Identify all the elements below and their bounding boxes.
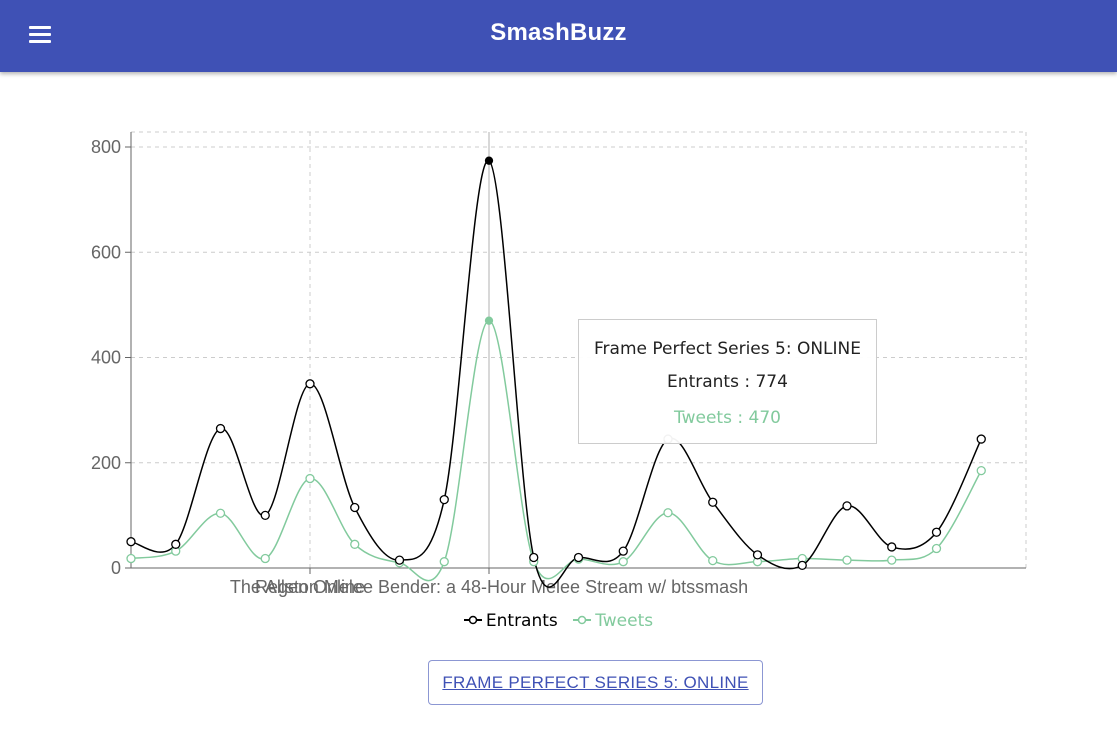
data-point-tweets [842,555,852,565]
legend-item-tweets[interactable]: Tweets [573,611,653,631]
y-tick-label: 0 [111,558,121,578]
data-point-entrants [305,379,315,389]
tooltip-tweets: Tweets : 470 [674,408,781,428]
legend-tweets-icon [573,615,592,625]
data-point-tweets [350,539,360,549]
data-point-entrants [126,537,136,547]
data-point-tweets [887,555,897,565]
y-tick-label: 800 [91,137,121,157]
y-tick-label: 200 [91,453,121,473]
data-point-tweets [618,557,628,567]
data-point-entrants [215,423,226,434]
data-point-tweets [931,543,942,554]
chart-legend: Entrants Tweets [0,611,1117,631]
data-point-entrants [708,497,718,507]
data-point-entrants [484,156,494,165]
data-point-entrants [931,527,942,537]
data-point-entrants [171,539,181,549]
tooltip-tweets-value: 470 [748,408,781,428]
tooltip-title: Frame Perfect Series 5: ONLINE [594,339,861,359]
data-point-entrants [394,555,405,565]
data-point-tweets [260,553,270,564]
tooltip-entrants-value: 774 [755,372,788,392]
data-point-tweets [484,316,494,325]
data-point-entrants [439,494,449,505]
selected-event-button[interactable]: FRAME PERFECT SERIES 5: ONLINE [428,660,763,705]
tooltip-tweets-label: Tweets [674,408,732,428]
x-tick-label: The Allston Melee Bender: a 48-Hour Mele… [230,577,748,597]
data-point-entrants [976,434,986,444]
data-point-entrants [618,546,628,556]
tooltip-entrants: Entrants : 774 [667,372,788,392]
data-point-tweets [708,555,718,566]
data-point-entrants [350,502,360,513]
data-point-entrants [573,552,584,563]
app-bar: SmashBuzz [0,0,1117,72]
chart-tooltip: Frame Perfect Series 5: ONLINE Entrants … [578,319,877,444]
data-point-tweets [126,553,136,564]
data-point-entrants [529,552,539,563]
data-point-tweets [976,465,986,476]
tooltip-entrants-label: Entrants [667,372,739,392]
y-tick-label: 600 [91,242,121,262]
app-title: SmashBuzz [490,19,627,46]
data-point-tweets [663,508,673,518]
data-point-tweets [215,508,226,518]
data-point-entrants [842,501,852,511]
data-point-entrants [887,542,897,552]
legend-entrants-icon [463,615,482,625]
data-point-tweets [439,557,449,567]
legend-entrants-label: Entrants [485,611,558,631]
data-point-tweets [305,473,315,484]
legend-tweets-label: Tweets [595,611,654,631]
data-point-entrants [260,510,270,521]
y-tick-label: 400 [91,348,121,368]
data-point-entrants [752,550,763,560]
data-point-entrants [797,560,807,571]
legend-item-entrants[interactable]: Entrants [463,611,558,631]
